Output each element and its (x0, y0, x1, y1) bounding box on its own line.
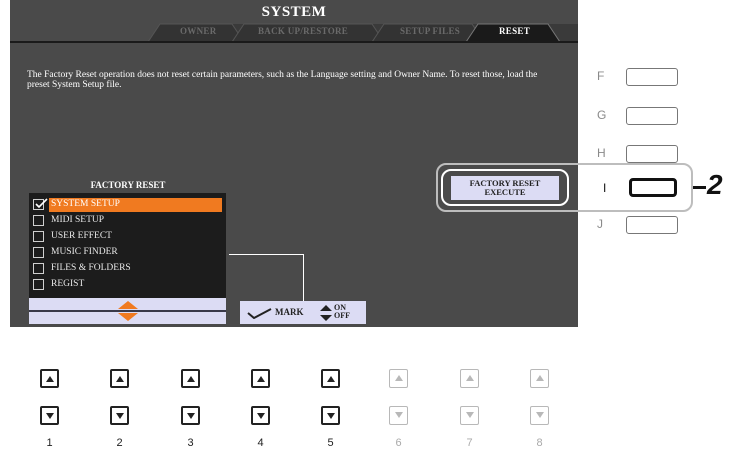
tab-underline (10, 41, 578, 43)
button-number-8: 8 (536, 437, 543, 449)
arrow-down-icon (187, 413, 195, 419)
button-5-up[interactable] (321, 369, 340, 388)
arrow-down-icon (257, 413, 265, 419)
button-number-5: 5 (327, 437, 334, 449)
list-item-system-setup[interactable]: SYSTEM SETUP (29, 198, 226, 213)
button-number-1: 1 (46, 437, 53, 449)
arrow-up-icon (536, 375, 544, 381)
button-5-down[interactable] (321, 406, 340, 425)
checkmark-icon (35, 198, 48, 209)
list-item-label: FILES & FOLDERS (51, 263, 131, 273)
arrow-up-icon[interactable] (118, 300, 138, 309)
side-label-g: G (597, 108, 607, 122)
button-3-down[interactable] (181, 406, 200, 425)
arrow-down-icon (466, 412, 474, 418)
callout-connector (693, 186, 706, 189)
tab-owner[interactable]: OWNER (180, 26, 217, 36)
arrow-down-icon[interactable] (118, 313, 138, 322)
button-4-up[interactable] (251, 369, 270, 388)
list-item-files-folders[interactable]: FILES & FOLDERS (29, 262, 226, 277)
list-item-label: SYSTEM SETUP (51, 199, 120, 209)
button-6-down[interactable] (389, 406, 408, 425)
list-item-label: MUSIC FINDER (51, 247, 118, 257)
button-4-down[interactable] (251, 406, 270, 425)
off-label: OFF (334, 311, 350, 320)
checkbox-files-folders[interactable] (33, 263, 44, 274)
button-7-up[interactable] (460, 369, 479, 388)
arrow-up-icon (187, 376, 195, 382)
arrow-up-icon (116, 376, 124, 382)
checkbox-system-setup[interactable] (33, 198, 48, 210)
arrow-up-icon (46, 376, 54, 382)
tab-backup-restore[interactable]: BACK UP/RESTORE (258, 26, 348, 36)
list-item-user-effect[interactable]: USER EFFECT (29, 230, 226, 245)
arrow-down-icon (395, 412, 403, 418)
button-2-down[interactable] (110, 406, 129, 425)
arrow-down-icon (116, 413, 124, 419)
button-6-up[interactable] (389, 369, 408, 388)
button-2-up[interactable] (110, 369, 129, 388)
button-number-6: 6 (395, 437, 402, 449)
callout-step-number: 2 (707, 169, 723, 200)
button-1-up[interactable] (40, 369, 59, 388)
side-label-h: H (597, 146, 606, 160)
list-item-label: MIDI SETUP (51, 215, 105, 225)
factory-reset-title: FACTORY RESET (90, 180, 166, 190)
arrow-up-icon (466, 375, 474, 381)
mark-button[interactable]: MARK ON OFF (240, 301, 366, 324)
connector-line (229, 254, 304, 302)
side-button-h[interactable] (626, 145, 678, 163)
arrow-up-icon (327, 376, 335, 382)
side-label-j: J (597, 217, 603, 231)
side-label-i: I (603, 181, 607, 195)
side-button-g[interactable] (626, 107, 678, 125)
side-button-j[interactable] (626, 216, 678, 234)
list-item-regist[interactable]: REGIST (29, 278, 226, 293)
button-8-down[interactable] (530, 406, 549, 425)
tab-setup-files[interactable]: SETUP FILES (400, 26, 460, 36)
button-number-3: 3 (187, 437, 194, 449)
mark-label: MARK (275, 307, 304, 317)
list-item-label: REGIST (51, 279, 85, 289)
arrow-down-icon (46, 413, 54, 419)
list-item-music-finder[interactable]: MUSIC FINDER (29, 246, 226, 261)
button-7-down[interactable] (460, 406, 479, 425)
button-3-up[interactable] (181, 369, 200, 388)
checkbox-user-effect[interactable] (33, 231, 44, 242)
side-label-f: F (597, 69, 605, 83)
side-button-i[interactable] (629, 178, 677, 197)
button-number-7: 7 (466, 437, 473, 449)
info-text: The Factory Reset operation does not res… (27, 70, 538, 90)
side-button-f[interactable] (626, 68, 678, 86)
arrow-down-icon (327, 413, 335, 419)
cursor-arrows[interactable] (29, 298, 226, 324)
checkmark-icon (247, 308, 272, 319)
tab-reset[interactable]: RESET (499, 26, 530, 36)
arrow-up-icon (395, 375, 403, 381)
arrow-down-icon (536, 412, 544, 418)
checkbox-midi-setup[interactable] (33, 215, 44, 226)
checkbox-regist[interactable] (33, 279, 44, 290)
list-item-label: USER EFFECT (51, 231, 112, 241)
arrow-up-icon (257, 376, 265, 382)
checkbox-music-finder[interactable] (33, 247, 44, 258)
button-1-down[interactable] (40, 406, 59, 425)
button-number-2: 2 (116, 437, 123, 449)
button-8-up[interactable] (530, 369, 549, 388)
page-title: SYSTEM (261, 4, 327, 20)
list-item-midi-setup[interactable]: MIDI SETUP (29, 214, 226, 229)
factory-reset-list: SYSTEM SETUP MIDI SETUP USER EFFECT MUSI… (29, 193, 226, 298)
on-off-arrows-icon (320, 305, 332, 321)
button-number-4: 4 (257, 437, 264, 449)
